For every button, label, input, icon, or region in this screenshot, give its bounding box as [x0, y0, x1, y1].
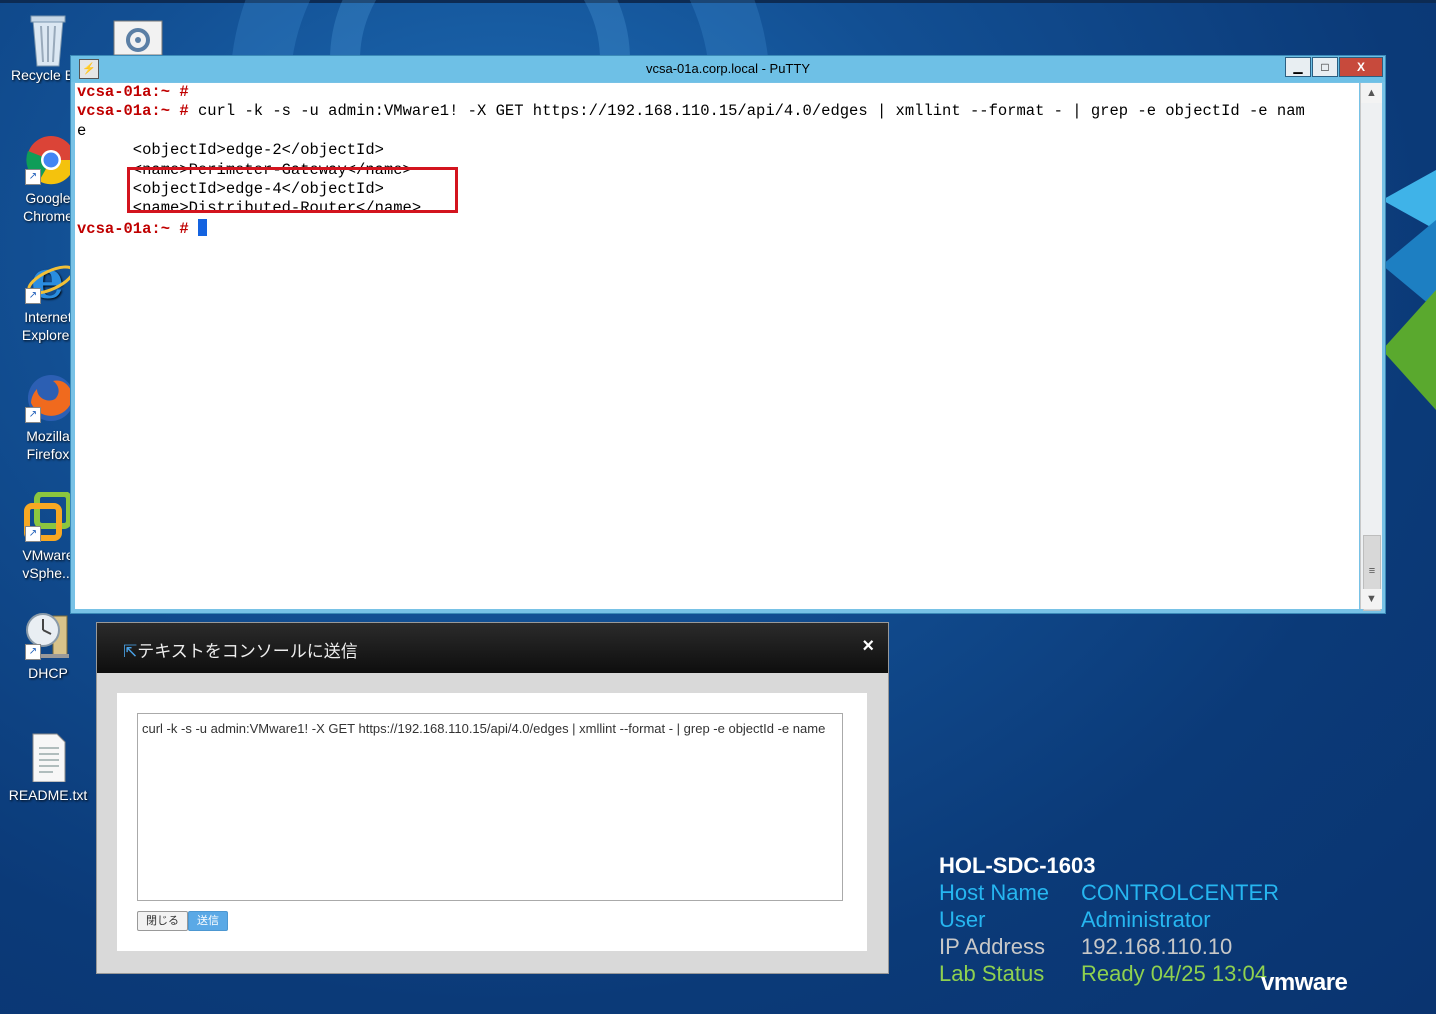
scroll-up-icon[interactable]: ▲	[1361, 83, 1382, 103]
host-name-label: Host Name	[939, 880, 1050, 905]
putty-title: vcsa-01a.corp.local - PuTTY	[645, 61, 810, 76]
shortcut-arrow-icon: ↗	[25, 526, 41, 542]
terminal-scrollbar[interactable]: ▲ ≡ ▼	[1360, 83, 1382, 611]
desktop-icon-label: README.txt	[8, 787, 88, 803]
lab-info-row: IP Address 192.168.110.10	[939, 933, 1232, 960]
lab-info-row: User Administrator	[939, 906, 1211, 933]
shortcut-arrow-icon: ↗	[25, 288, 41, 304]
vmware-logo: vmware	[1261, 969, 1348, 996]
lab-info: HOL-SDC-1603 Host Name CONTROLCENTER Use…	[939, 852, 1279, 987]
putty-window[interactable]: ⚡ vcsa-01a.corp.local - PuTTY ▁ □ X vcsa…	[70, 55, 1386, 614]
shortcut-arrow-icon: ↗	[25, 407, 41, 423]
terminal-line: vcsa-01a:~ # curl -k -s -u admin:VMware1…	[75, 102, 1359, 121]
recycle-bin-icon	[23, 12, 73, 67]
dhcp-icon: ↗	[23, 610, 73, 660]
terminal-line: vcsa-01a:~ #	[75, 218, 1359, 238]
minimize-button[interactable]: ▁	[1285, 57, 1311, 77]
ip-address-value: 192.168.110.10	[1081, 934, 1233, 959]
terminal-prompt: vcsa-01a:~ #	[77, 83, 189, 101]
terminal-area[interactable]: vcsa-01a:~ # vcsa-01a:~ # curl -k -s -u …	[75, 83, 1359, 609]
user-value: Administrator	[1081, 907, 1211, 932]
lab-title: HOL-SDC-1603	[939, 853, 1096, 878]
user-label: User	[939, 907, 986, 932]
terminal-cursor	[197, 218, 207, 236]
chrome-icon: ↗	[23, 135, 76, 185]
close-button[interactable]: 閉じる	[137, 911, 188, 931]
terminal-prompt: vcsa-01a:~ #	[77, 102, 189, 121]
terminal-command-wrap: e	[77, 121, 87, 140]
console-text-input[interactable]: curl -k -s -u admin:VMware1! -X GET http…	[137, 713, 843, 901]
shortcut-arrow-icon: ↗	[25, 644, 41, 660]
host-name-value: CONTROLCENTER	[1081, 880, 1280, 905]
lab-status-label: Lab Status	[939, 961, 1045, 986]
desktop-icon-dhcp[interactable]: ↗ DHCP	[6, 610, 90, 682]
desktop-icon-readme[interactable]: README.txt	[6, 732, 90, 804]
terminal-prompt: vcsa-01a:~ #	[77, 219, 189, 238]
dialog-body: curl -k -s -u admin:VMware1! -X GET http…	[117, 693, 867, 951]
lab-info-row: Host Name CONTROLCENTER	[939, 879, 1279, 906]
internet-explorer-icon: e ↗	[23, 250, 75, 311]
lab-info-row: Lab Status Ready 04/25 13:04	[939, 960, 1267, 987]
putty-title-bar[interactable]: ⚡ vcsa-01a.corp.local - PuTTY ▁ □ X	[71, 56, 1385, 82]
desktop-icon-label: DHCP	[28, 665, 68, 681]
terminal-line: e	[75, 122, 1359, 141]
wallpaper-vmware-shapes	[1382, 170, 1436, 410]
terminal-command: curl -k -s -u admin:VMware1! -X GET http…	[197, 102, 1305, 121]
lab-status-value: Ready 04/25 13:04	[1081, 961, 1267, 986]
ip-address-label: IP Address	[939, 934, 1045, 959]
dialog-title: ⇱テキストをコンソールに送信	[123, 637, 358, 662]
highlight-box	[127, 167, 458, 213]
send-button[interactable]: 送信	[188, 911, 228, 931]
share-icon: ⇱	[123, 642, 138, 661]
text-file-icon	[23, 732, 73, 783]
vsphere-icon: ↗	[23, 491, 73, 542]
firefox-icon: ↗	[23, 373, 74, 423]
terminal-output-line: <objectId>edge-2</objectId>	[77, 141, 384, 160]
gear-icon[interactable]	[113, 20, 163, 56]
maximize-button[interactable]: □	[1312, 57, 1338, 77]
shortcut-arrow-icon: ↗	[25, 169, 41, 185]
dialog-header: ⇱テキストをコンソールに送信 ×	[97, 623, 888, 673]
dialog-close-icon[interactable]: ×	[862, 635, 874, 658]
close-button[interactable]: X	[1339, 57, 1383, 77]
terminal-line: vcsa-01a:~ #	[75, 83, 1359, 102]
scroll-down-icon[interactable]: ▼	[1361, 589, 1382, 609]
send-text-dialog[interactable]: ⇱テキストをコンソールに送信 × curl -k -s -u admin:VMw…	[96, 622, 889, 974]
dialog-title-text: テキストをコンソールに送信	[137, 642, 358, 661]
